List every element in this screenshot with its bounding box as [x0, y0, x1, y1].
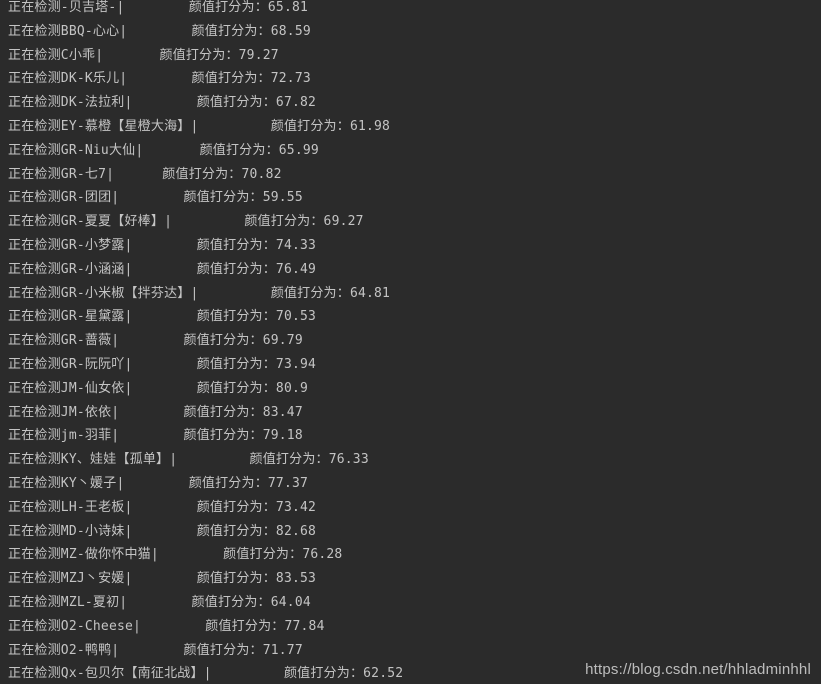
console-line: 正在检测GR-阮阮吖| 颜值打分为：73.94 [8, 356, 317, 372]
console-line: 正在检测C小乖| 颜值打分为：79.27 [8, 47, 279, 63]
console-line: 正在检测LH-王老板| 颜值打分为：73.42 [8, 499, 317, 515]
console-line: 正在检测GR-夏夏【好棒】| 颜值打分为：69.27 [8, 214, 364, 230]
console-line: 正在检测O2-鸭鸭| 颜值打分为：71.77 [8, 642, 303, 658]
console-line: 正在检测GR-蔷薇| 颜值打分为：69.79 [8, 333, 303, 349]
console-line: 正在检测MZ-做你怀中猫| 颜值打分为：76.28 [8, 547, 343, 563]
console-line: 正在检测MD-小诗妹| 颜值打分为：82.68 [8, 523, 317, 539]
console-line: 正在检测BBQ-心心| 颜值打分为：68.59 [8, 23, 311, 39]
console-lines: 正在检测-贝吉塔-| 颜值打分为：65.81 正在检测BBQ-心心| 颜值打分为… [8, 0, 403, 684]
console-line: 正在检测KY丶媛子| 颜值打分为：77.37 [8, 475, 309, 491]
console-line: 正在检测jm-羽菲| 颜值打分为：79.18 [8, 428, 303, 444]
watermark: https://blog.csdn.net/hhladminhhl [585, 661, 811, 678]
console-line: 正在检测EY-慕橙【星橙大海】| 颜值打分为：61.98 [8, 118, 391, 134]
console-line: 正在检测GR-小梦露| 颜值打分为：74.33 [8, 237, 317, 253]
console-line: 正在检测GR-星黛露| 颜值打分为：70.53 [8, 309, 317, 325]
console-line: 正在检测GR-Niu大仙| 颜值打分为：65.99 [8, 142, 319, 158]
console-line: 正在检测Qx-包贝尔【南征北战】| 颜值打分为：62.52 [8, 666, 404, 682]
console-line: 正在检测GR-小米椒【拌芬达】| 颜值打分为：64.81 [8, 285, 391, 301]
console-line: 正在检测JM-依依| 颜值打分为：83.47 [8, 404, 303, 420]
console-line: 正在检测GR-七7| 颜值打分为：70.82 [8, 166, 282, 182]
console-line: 正在检测MZJ丶安媛| 颜值打分为：83.53 [8, 571, 317, 587]
console-line: 正在检测-贝吉塔-| 颜值打分为：65.81 [8, 0, 309, 15]
console-output[interactable]: 正在检测-贝吉塔-| 颜值打分为：65.81 正在检测BBQ-心心| 颜值打分为… [0, 0, 821, 684]
console-line: 正在检测DK-K乐儿| 颜值打分为：72.73 [8, 71, 311, 87]
console-line: 正在检测DK-法拉利| 颜值打分为：67.82 [8, 95, 317, 111]
console-line: 正在检测GR-小涵涵| 颜值打分为：76.49 [8, 261, 317, 277]
console-line: 正在检测KY、娃娃【孤单】| 颜值打分为：76.33 [8, 452, 369, 468]
console-line: 正在检测O2-Cheese| 颜值打分为：77.84 [8, 618, 325, 634]
console-line: 正在检测GR-团团| 颜值打分为：59.55 [8, 190, 303, 206]
console-line: 正在检测JM-仙女依| 颜值打分为：80.9 [8, 380, 309, 396]
console-line: 正在检测MZL-夏初| 颜值打分为：64.04 [8, 594, 311, 610]
